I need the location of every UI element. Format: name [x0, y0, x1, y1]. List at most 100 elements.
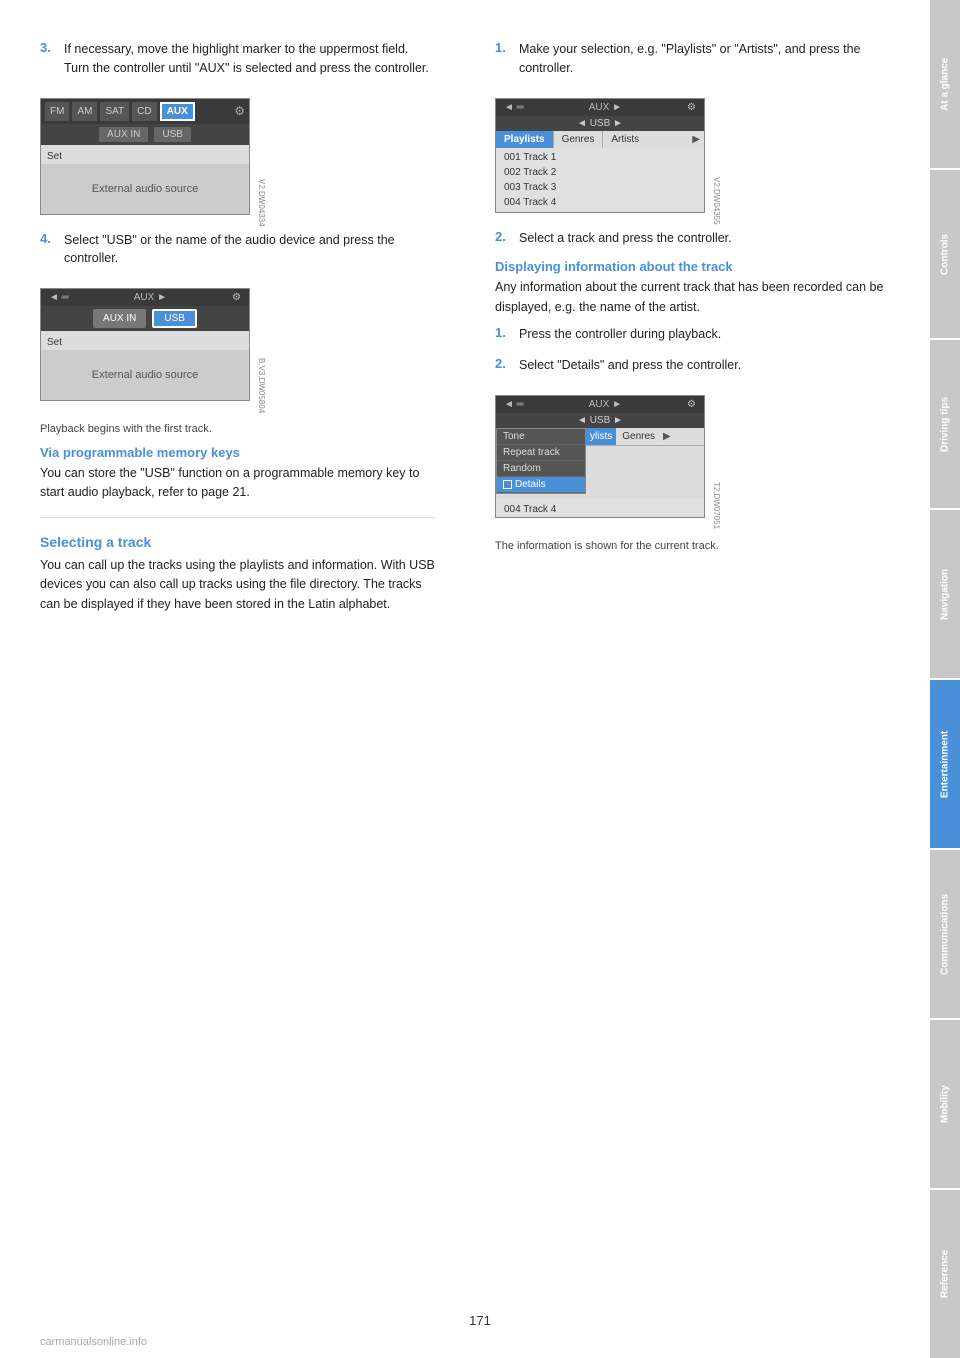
menu-tone[interactable]: Tone: [497, 429, 585, 445]
right-column: 1. Make your selection, e.g. "Playlists"…: [485, 40, 890, 1318]
left-column: 3. If necessary, move the highlight mark…: [40, 40, 455, 1318]
caption-1: Playback begins with the first track.: [40, 423, 435, 435]
screen-1: FM AM SAT CD AUX ⚙ AUX IN USB: [40, 98, 250, 215]
step-r1: 1. Make your selection, e.g. "Playlists"…: [495, 40, 890, 78]
section-heading-track: Selecting a track: [40, 534, 435, 550]
scroll-icon-4: ▶: [661, 428, 673, 445]
sub-heading-memory: Via programmable memory keys: [40, 445, 435, 460]
screen-3-wrapper: ◄ ═ AUX ► ⚙ ◄ USB ► Playlists Genres Art…: [495, 90, 705, 225]
set-label-1: Set: [47, 151, 62, 162]
menu-repeat[interactable]: Repeat track: [497, 445, 585, 461]
step-4: 4. Select "USB" or the name of the audio…: [40, 231, 435, 269]
main-content: 3. If necessary, move the highlight mark…: [0, 0, 930, 1358]
details-label: Details: [515, 479, 546, 490]
scroll-icon: ▶: [692, 134, 700, 145]
step-r2b-text: Select "Details" and press the controlle…: [519, 356, 741, 375]
sidebar-tab-controls[interactable]: Controls: [930, 170, 960, 338]
sidebar-tab-reference[interactable]: Reference: [930, 1190, 960, 1358]
cd-btn[interactable]: CD: [132, 102, 156, 121]
sat-btn[interactable]: SAT: [100, 102, 129, 121]
track-002[interactable]: 002 Track 2: [496, 165, 704, 180]
bottom-track-4: 004 Track 4: [504, 504, 556, 515]
screen-2-top: ◄ ═ AUX ► ⚙: [41, 289, 249, 306]
details-checkbox-icon: [503, 480, 512, 489]
step-r2b-number: 2.: [495, 356, 511, 375]
screen-2-wrapper: ◄ ═ AUX ► ⚙ AUX IN USB Set External audi…: [40, 280, 250, 413]
step-4-text: Select "USB" or the name of the audio de…: [64, 231, 435, 269]
step-r2b: 2. Select "Details" and press the contro…: [495, 356, 890, 375]
screen-4-top: ◄ ═ AUX ► ⚙: [496, 396, 704, 413]
step-r1b-number: 1.: [495, 325, 511, 344]
aux-btn-active[interactable]: AUX: [160, 102, 195, 121]
text-memory: You can store the "USB" function on a pr…: [40, 464, 435, 503]
caption-2: The information is shown for the current…: [495, 540, 890, 552]
ext-audio-label-1: External audio source: [92, 183, 198, 195]
sub-heading-info: Displaying information about the track: [495, 259, 890, 274]
usb-btn[interactable]: USB: [154, 127, 191, 142]
back-icon-3: ◄ ═: [504, 102, 524, 113]
aux-in-btn[interactable]: AUX IN: [99, 127, 148, 142]
watermark: carmanualsonline.info: [40, 1336, 147, 1348]
step-r2-number: 2.: [495, 229, 511, 248]
usb-btn-2[interactable]: USB: [152, 309, 197, 328]
screen-2: ◄ ═ AUX ► ⚙ AUX IN USB Set External audi…: [40, 288, 250, 401]
usb-sub-label: ◄ USB ►: [577, 118, 623, 129]
step-3-text: If necessary, move the highlight marker …: [64, 40, 435, 78]
step-3-number: 3.: [40, 40, 56, 78]
page-container: 3. If necessary, move the highlight mark…: [0, 0, 960, 1358]
track-004[interactable]: 004 Track 4: [496, 195, 704, 210]
screen-1-wrapper: FM AM SAT CD AUX ⚙ AUX IN USB: [40, 90, 250, 227]
gear-icon-4: ⚙: [687, 399, 696, 410]
settings-icon: ⚙: [234, 104, 245, 118]
gear-icon-2: ⚙: [232, 292, 241, 303]
screen-2-imgnum: B.V3.DW05804: [257, 358, 266, 413]
page-number: 171: [469, 1313, 491, 1328]
sidebar-tab-entertainment[interactable]: Entertainment: [930, 680, 960, 848]
step-r2-text: Select a track and press the controller.: [519, 229, 732, 248]
gear-icon-3: ⚙: [687, 102, 696, 113]
sidebar-tab-communications[interactable]: Communications: [930, 850, 960, 1018]
am-btn[interactable]: AM: [72, 102, 97, 121]
aux-label-3: AUX ►: [589, 102, 622, 113]
screen-3-top: ◄ ═ AUX ► ⚙: [496, 99, 704, 116]
aux-label-2: AUX ►: [134, 292, 167, 303]
step-4-number: 4.: [40, 231, 56, 269]
step-r1-number: 1.: [495, 40, 511, 78]
usb-sub-label-4: ◄ USB ►: [577, 415, 623, 426]
step-3: 3. If necessary, move the highlight mark…: [40, 40, 435, 78]
step-r1b-text: Press the controller during playback.: [519, 325, 721, 344]
back-icon: ◄ ═: [49, 292, 69, 303]
track-003[interactable]: 003 Track 3: [496, 180, 704, 195]
screen-4-wrapper: ◄ ═ AUX ► ⚙ ◄ USB ► Tone Repeat track Ra…: [495, 387, 705, 530]
menu-random[interactable]: Random: [497, 461, 585, 477]
genres-tab[interactable]: Genres: [554, 131, 604, 148]
screen-2-btns: AUX IN USB: [41, 306, 249, 331]
partial-tab-2: Genres: [616, 428, 661, 445]
playlists-tab[interactable]: Playlists: [496, 131, 554, 148]
set-label-2: Set: [47, 337, 62, 348]
screen-4-imgnum: T2.DW07051: [712, 482, 721, 529]
aux-label-4: AUX ►: [589, 399, 622, 410]
text-track: You can call up the tracks using the pla…: [40, 556, 435, 614]
track-001[interactable]: 001 Track 1: [496, 150, 704, 165]
screen-3-imgnum: V2.DW04355: [712, 177, 721, 225]
ext-audio-label-2: External audio source: [92, 369, 198, 381]
sidebar-tab-navigation[interactable]: Navigation: [930, 510, 960, 678]
screen-4: ◄ ═ AUX ► ⚙ ◄ USB ► Tone Repeat track Ra…: [495, 395, 705, 518]
back-icon-4: ◄ ═: [504, 399, 524, 410]
sidebar-tab-driving-tips[interactable]: Driving tips: [930, 340, 960, 508]
text-info: Any information about the current track …: [495, 278, 890, 317]
fm-btn[interactable]: FM: [45, 102, 69, 121]
menu-details[interactable]: Details: [497, 477, 585, 493]
sidebar-tabs: At a glance Controls Driving tips Naviga…: [930, 0, 960, 1358]
step-r1-text: Make your selection, e.g. "Playlists" or…: [519, 40, 890, 78]
sidebar-tab-at-a-glance[interactable]: At a glance: [930, 0, 960, 168]
sidebar-tab-mobility[interactable]: Mobility: [930, 1020, 960, 1188]
screen-3: ◄ ═ AUX ► ⚙ ◄ USB ► Playlists Genres Art…: [495, 98, 705, 213]
step-r1b: 1. Press the controller during playback.: [495, 325, 890, 344]
artists-tab[interactable]: Artists: [603, 131, 647, 148]
partial-tab-1: ylists: [586, 428, 616, 445]
screen-1-imgnum: V2.DW04334: [257, 179, 266, 227]
aux-in-btn-2[interactable]: AUX IN: [93, 309, 146, 328]
divider: [40, 517, 435, 518]
